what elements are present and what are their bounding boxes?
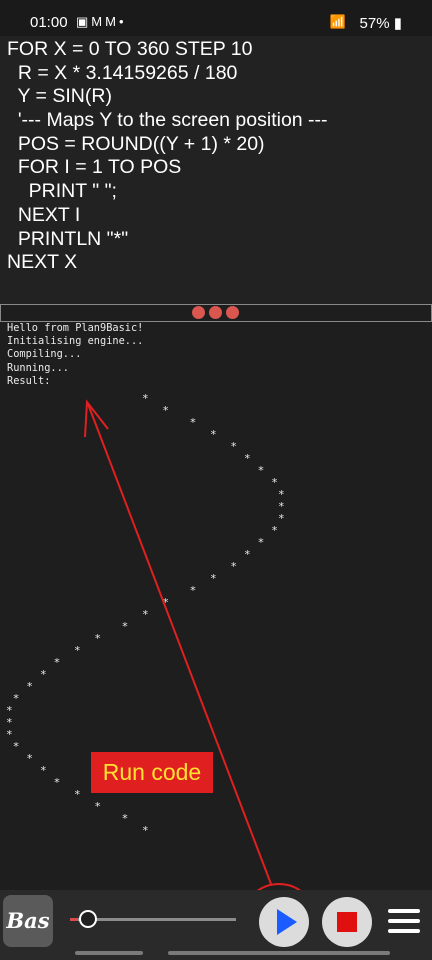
code-editor[interactable]: FOR X = 0 TO 360 STEP 10 R = X * 3.14159… xyxy=(0,36,432,306)
output-star: * xyxy=(271,524,278,537)
output-star: * xyxy=(74,644,81,657)
console-output: Hello from Plan9Basic! Initialising engi… xyxy=(0,322,432,890)
output-star: * xyxy=(6,728,13,741)
output-star: * xyxy=(210,572,217,585)
gesture-pill xyxy=(168,951,390,955)
output-star: * xyxy=(12,740,20,753)
code-line[interactable]: FOR X = 0 TO 360 STEP 10 xyxy=(0,38,432,62)
console-line: Result: xyxy=(7,374,51,387)
output-star: * xyxy=(26,680,34,693)
code-line[interactable]: PRINTLN "*" xyxy=(0,228,432,252)
code-line[interactable]: Y = SIN(R) xyxy=(0,85,432,109)
output-star: * xyxy=(40,668,47,681)
play-icon xyxy=(277,909,297,935)
output-star: * xyxy=(12,692,20,705)
output-star: * xyxy=(121,812,129,825)
output-star: * xyxy=(230,560,238,573)
status-time: 01:00 xyxy=(30,14,68,31)
menu-button[interactable] xyxy=(386,906,422,936)
output-star: * xyxy=(162,404,170,417)
stop-icon xyxy=(337,912,357,932)
battery-level: 57% ▮ xyxy=(360,14,402,32)
output-star: * xyxy=(142,608,149,621)
code-line[interactable]: NEXT X xyxy=(0,251,432,275)
output-star: * xyxy=(244,548,251,561)
grip-dot-icon xyxy=(226,306,239,319)
stop-button[interactable] xyxy=(322,897,372,947)
output-star: * xyxy=(121,620,129,633)
code-line[interactable]: NEXT I xyxy=(0,204,432,228)
connectivity-icons: 📶 xyxy=(330,14,346,30)
output-star: * xyxy=(189,416,197,429)
console-line: Running... xyxy=(7,361,69,374)
code-line[interactable]: R = X * 3.14159265 / 180 xyxy=(0,62,432,86)
grip-dot-icon xyxy=(192,306,205,319)
progress-thumb[interactable] xyxy=(79,910,97,928)
output-star: * xyxy=(53,656,61,669)
gesture-pill xyxy=(75,951,143,955)
mail-icon: M xyxy=(105,14,119,29)
output-star: * xyxy=(189,584,197,597)
bas-logo[interactable]: Bas xyxy=(3,895,53,947)
code-line[interactable]: PRINT " "; xyxy=(0,180,432,204)
dot-icon: • xyxy=(118,14,127,29)
mail-icon: M xyxy=(91,14,106,29)
output-star: * xyxy=(74,788,81,801)
battery-icon: ▮ xyxy=(389,15,402,32)
annotation-label: Run code xyxy=(91,752,213,793)
output-star: * xyxy=(142,824,149,837)
gallery-icon: ▣ xyxy=(76,14,92,29)
console-line: Hello from Plan9Basic! xyxy=(7,322,144,334)
output-star: * xyxy=(162,596,170,609)
output-star: * xyxy=(271,476,278,489)
code-line[interactable]: '--- Maps Y to the screen position --- xyxy=(0,109,432,133)
output-star: * xyxy=(26,752,34,765)
progress-fill xyxy=(70,918,79,921)
output-star: * xyxy=(278,512,285,525)
output-star: * xyxy=(142,392,149,405)
output-star: * xyxy=(94,800,102,813)
output-star: * xyxy=(257,536,265,549)
pane-splitter[interactable] xyxy=(0,304,432,322)
output-star: * xyxy=(244,452,251,465)
output-star: * xyxy=(257,464,265,477)
output-star: * xyxy=(53,776,61,789)
code-line[interactable]: FOR I = 1 TO POS xyxy=(0,156,432,180)
wifi-calling-icon: 📶 xyxy=(329,14,346,29)
output-star: * xyxy=(230,440,238,453)
notification-icons: ▣MM• xyxy=(76,14,127,30)
battery-percent: 57% xyxy=(359,15,390,32)
output-star: * xyxy=(94,632,102,645)
code-line[interactable]: POS = ROUND((Y + 1) * 20) xyxy=(0,133,432,157)
run-button[interactable] xyxy=(259,897,309,947)
output-star: * xyxy=(40,764,47,777)
console-line: Initialising engine... xyxy=(7,335,144,348)
status-bar: 01:00 ▣MM• 📶 57% ▮ xyxy=(0,0,432,36)
grip-dot-icon xyxy=(209,306,222,319)
output-star: * xyxy=(210,428,217,441)
console-line: Compiling... xyxy=(7,348,82,361)
